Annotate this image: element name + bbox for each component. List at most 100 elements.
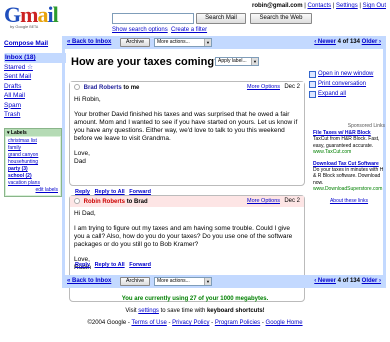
collapse-triangle-icon: ▾ bbox=[7, 130, 10, 136]
settings-link[interactable]: Settings bbox=[336, 3, 358, 9]
message-count: 4 of 134 bbox=[337, 278, 360, 284]
search-mail-button[interactable]: Search Mail bbox=[196, 13, 246, 24]
message-header[interactable]: Robin Roberts to Brad More Options Dec 2 bbox=[70, 196, 304, 207]
star-icon[interactable] bbox=[74, 198, 80, 204]
pager: ‹ Newer 4 of 134 Older › bbox=[314, 278, 381, 284]
keyboard-tip: Visit settings to save time with keyboar… bbox=[125, 308, 265, 314]
search-links: Show search options Create a filter bbox=[112, 27, 207, 33]
label-item[interactable]: grand canyon bbox=[8, 152, 58, 159]
sponsored-links: Sponsored Links File Taxes w/ H&R Block … bbox=[313, 123, 385, 204]
message-date: Dec 2 bbox=[284, 84, 300, 90]
sidebar-item-trash[interactable]: Trash bbox=[4, 110, 66, 120]
program-policies-link[interactable]: Program Policies bbox=[215, 320, 260, 326]
signature: Dad bbox=[74, 158, 86, 165]
label-item[interactable]: vacation plans bbox=[8, 180, 58, 187]
pager: ‹ Newer 4 of 134 Older › bbox=[314, 39, 381, 45]
message-header[interactable]: Brad Roberts to me More Options Dec 2 bbox=[70, 82, 304, 93]
show-search-options-link[interactable]: Show search options bbox=[112, 27, 168, 33]
chevron-down-icon: ▼ bbox=[204, 278, 211, 285]
recipient: to Brad bbox=[126, 199, 148, 205]
create-filter-link[interactable]: Create a filter bbox=[171, 27, 207, 33]
reply-all-link[interactable]: Reply to All bbox=[95, 262, 125, 268]
conversation-actions: Open in new window Print conversation Ex… bbox=[309, 69, 385, 99]
more-actions-select[interactable]: More actions... ▼ bbox=[154, 38, 212, 47]
top-toolbar: « Back to Inbox Archive More actions... ▼… bbox=[62, 36, 386, 49]
expand-icon bbox=[309, 90, 316, 98]
archive-button[interactable]: Archive bbox=[120, 38, 150, 47]
sidebar-item-all-mail[interactable]: All Mail bbox=[4, 91, 66, 101]
open-new-window-action[interactable]: Open in new window bbox=[309, 69, 385, 79]
message-body: I am trying to figure out my taxes and a… bbox=[74, 225, 293, 248]
message-count: 4 of 134 bbox=[337, 39, 360, 45]
reply-link[interactable]: Reply bbox=[75, 262, 90, 268]
labels-header[interactable]: ▾ Labels bbox=[5, 129, 61, 136]
sidebar-item-sent[interactable]: Sent Mail bbox=[4, 72, 66, 82]
expand-all-action[interactable]: Expand all bbox=[309, 89, 385, 99]
newer-link[interactable]: ‹ Newer bbox=[314, 39, 336, 45]
sidebar-item-inbox[interactable]: Inbox (18) bbox=[4, 53, 66, 63]
print-conversation-action[interactable]: Print conversation bbox=[309, 79, 385, 89]
thread-subject: How are your taxes coming? bbox=[71, 56, 221, 68]
gmail-logo[interactable]: Gmail by Google BETA bbox=[4, 4, 76, 34]
older-link[interactable]: Older › bbox=[362, 278, 381, 284]
greeting: Hi Dad, bbox=[74, 210, 96, 217]
message-actions: Reply Reply to All Forward bbox=[75, 262, 151, 268]
new-window-icon bbox=[309, 70, 316, 78]
labels-box: ▾ Labels christmas list family grand can… bbox=[4, 128, 62, 197]
signoff: Love, bbox=[74, 150, 90, 157]
thread-body: How are your taxes coming? Apply label..… bbox=[62, 49, 386, 302]
search-web-button[interactable]: Search the Web bbox=[250, 13, 312, 24]
greeting: Hi Robin, bbox=[74, 96, 101, 103]
label-item[interactable]: househunting bbox=[8, 159, 58, 166]
sign-out-link[interactable]: Sign Out bbox=[363, 3, 386, 9]
sep: | bbox=[304, 3, 306, 9]
recipient: to me bbox=[123, 85, 140, 91]
sidebar-item-spam[interactable]: Spam bbox=[4, 101, 66, 111]
google-home-link[interactable]: Google Home bbox=[266, 320, 303, 326]
settings-link[interactable]: settings bbox=[138, 308, 159, 314]
contacts-link[interactable]: Contacts bbox=[307, 3, 331, 9]
bottom-toolbar: « Back to Inbox Archive More actions... ▼… bbox=[62, 275, 386, 288]
message-card: Brad Roberts to me More Options Dec 2 Hi… bbox=[69, 81, 305, 186]
sidebar: Compose Mail Inbox (18) Starred ☆ Sent M… bbox=[4, 40, 66, 120]
ad-item[interactable]: File Taxes w/ H&R Block TaxCut from H&R … bbox=[313, 130, 385, 155]
forward-link[interactable]: Forward bbox=[129, 262, 151, 268]
ad-item[interactable]: Download Tax Cut Software Do your taxes … bbox=[313, 161, 385, 192]
terms-link[interactable]: Terms of Use bbox=[131, 320, 166, 326]
compose-mail-link[interactable]: Compose Mail bbox=[4, 40, 66, 47]
label-item[interactable]: party (3) bbox=[8, 166, 58, 173]
sidebar-item-drafts[interactable]: Drafts bbox=[4, 82, 66, 92]
back-to-inbox-link[interactable]: « Back to Inbox bbox=[67, 278, 111, 284]
privacy-link[interactable]: Privacy Policy bbox=[172, 320, 209, 326]
newer-link[interactable]: ‹ Newer bbox=[314, 278, 336, 284]
older-link[interactable]: Older › bbox=[362, 39, 381, 45]
more-options-link[interactable]: More Options bbox=[247, 198, 280, 204]
apply-label-select[interactable]: Apply label... ▼ bbox=[215, 57, 259, 66]
logo-wordmark: Gmail bbox=[4, 2, 59, 27]
message-body: Your brother David finished his taxes an… bbox=[74, 111, 298, 142]
label-item[interactable]: family bbox=[8, 145, 58, 152]
user-email: robin@gmail.com bbox=[252, 3, 303, 9]
about-links[interactable]: About these links bbox=[313, 198, 385, 204]
search-input[interactable] bbox=[112, 13, 194, 24]
message-date: Dec 2 bbox=[284, 198, 300, 204]
more-actions-select[interactable]: More actions... ▼ bbox=[154, 277, 212, 286]
star-icon[interactable] bbox=[74, 84, 80, 90]
edit-labels-link[interactable]: edit labels bbox=[8, 187, 58, 194]
sep: | bbox=[332, 3, 335, 9]
sep: | bbox=[359, 3, 361, 9]
sender-name: Brad Roberts bbox=[83, 85, 122, 91]
copyright: ©2004 Google - Terms of Use - Privacy Po… bbox=[87, 320, 303, 326]
back-to-inbox-link[interactable]: « Back to Inbox bbox=[67, 39, 111, 45]
sponsored-header: Sponsored Links bbox=[347, 123, 385, 129]
label-item[interactable]: school (2) bbox=[8, 173, 58, 180]
more-options-link[interactable]: More Options bbox=[247, 84, 280, 90]
chevron-down-icon: ▼ bbox=[251, 58, 258, 65]
sidebar-item-starred[interactable]: Starred ☆ bbox=[4, 63, 66, 73]
sender-name: Robin Roberts bbox=[83, 199, 126, 205]
label-item[interactable]: christmas list bbox=[8, 138, 58, 145]
archive-button[interactable]: Archive bbox=[120, 277, 150, 286]
chevron-down-icon: ▼ bbox=[204, 39, 211, 46]
printer-icon bbox=[309, 80, 316, 88]
storage-usage: You are currently using 27 of your 1000 … bbox=[121, 296, 269, 302]
